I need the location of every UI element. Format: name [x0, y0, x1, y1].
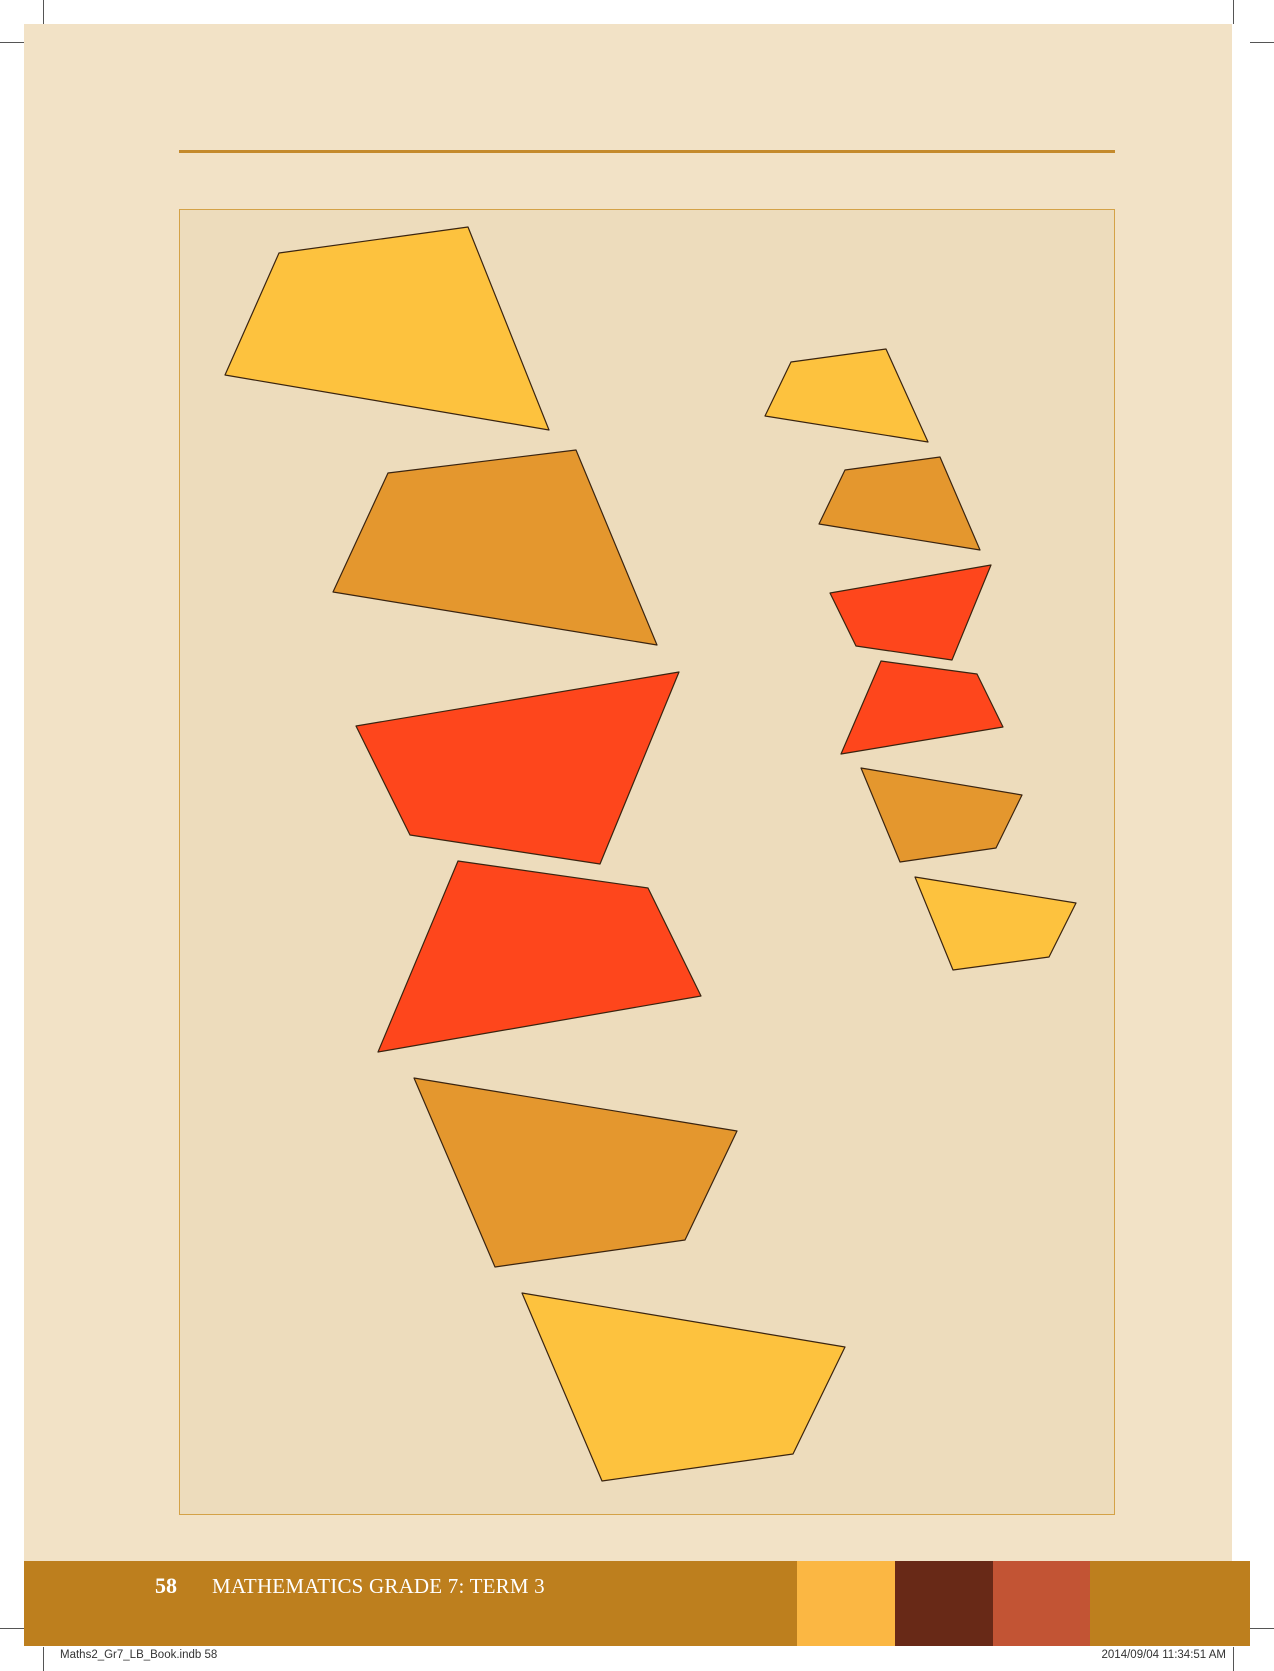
shape-yellow-large-2 — [521, 1292, 846, 1482]
shape-red-large-2 — [377, 860, 702, 1053]
shape-orange-large-1 — [332, 449, 658, 646]
slug-timestamp: 2014/09/04 11:34:51 AM — [1101, 1649, 1226, 1661]
shape-red-large-1 — [355, 671, 680, 865]
crop-mark-bottom-left-v — [43, 1647, 44, 1671]
shape-orange-large-2 — [413, 1077, 738, 1268]
shapes-figure — [179, 209, 1115, 1515]
shape-orange-small-1 — [818, 456, 981, 551]
top-rule — [179, 150, 1115, 153]
crop-mark-top-left-h — [0, 42, 24, 43]
shape-red-small-1 — [829, 564, 992, 661]
crop-mark-bottom-right-h — [1250, 1628, 1274, 1629]
shape-yellow-small-2 — [914, 876, 1077, 971]
crop-mark-top-right-v — [1233, 0, 1234, 24]
footer-swatch-yellow — [797, 1561, 895, 1646]
book-page — [24, 24, 1232, 1640]
crop-mark-bottom-right-v — [1233, 1647, 1234, 1671]
page-number: 58 — [155, 1573, 177, 1598]
running-title: MATHEMATICS GRADE 7: TERM 3 — [212, 1574, 545, 1598]
crop-mark-top-right-h — [1250, 42, 1274, 43]
slug-file-name: Maths2_Gr7_LB_Book.indb 58 — [60, 1649, 218, 1661]
footer-swatch-rust — [993, 1561, 1090, 1646]
shape-orange-small-2 — [860, 767, 1023, 863]
footer-swatch-brown — [895, 1561, 993, 1646]
shape-yellow-small-1 — [764, 348, 929, 443]
crop-mark-top-left-v — [43, 0, 44, 24]
shape-yellow-large-1 — [224, 226, 550, 431]
shape-red-small-2 — [840, 660, 1004, 755]
footer-band: 58 MATHEMATICS GRADE 7: TERM 3 — [24, 1561, 1250, 1646]
crop-mark-bottom-left-h — [0, 1628, 24, 1629]
quadrilaterals-figure — [224, 226, 1077, 1482]
